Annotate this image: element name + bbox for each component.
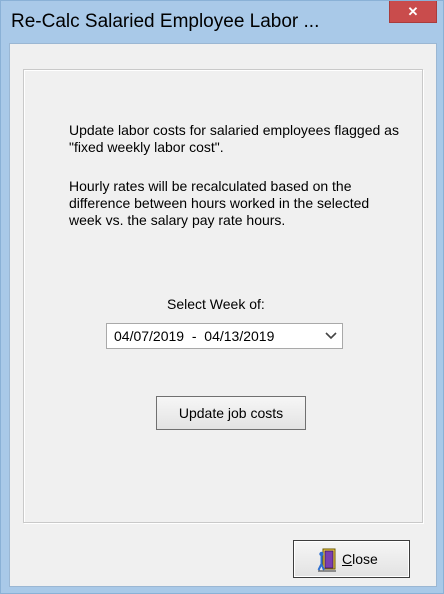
door-exit-icon — [317, 548, 336, 572]
window-close-button[interactable]: ✕ — [389, 1, 437, 23]
close-icon: ✕ — [407, 4, 419, 19]
week-select-value: 04/07/2019 - 04/13/2019 — [114, 328, 275, 344]
close-button-label: Close — [342, 551, 378, 567]
dialog-client-area: Update labor costs for salaried employee… — [9, 43, 437, 587]
select-week-label: Select Week of: — [167, 296, 265, 312]
dialog-window: Re-Calc Salaried Employee Labor ... ✕ Up… — [0, 0, 444, 594]
description-text-1: Update labor costs for salaried employee… — [69, 122, 399, 155]
description-text-2: Hourly rates will be recalculated based … — [69, 178, 370, 228]
update-job-costs-button[interactable]: Update job costs — [156, 396, 306, 430]
close-button[interactable]: Close — [293, 540, 410, 578]
chevron-down-icon — [325, 332, 337, 340]
title-bar[interactable]: Re-Calc Salaried Employee Labor ... ✕ — [1, 1, 443, 43]
window-title: Re-Calc Salaried Employee Labor ... — [11, 11, 320, 32]
options-group-box: Update labor costs for salaried employee… — [23, 69, 423, 523]
week-select-dropdown[interactable]: 04/07/2019 - 04/13/2019 — [106, 323, 343, 349]
